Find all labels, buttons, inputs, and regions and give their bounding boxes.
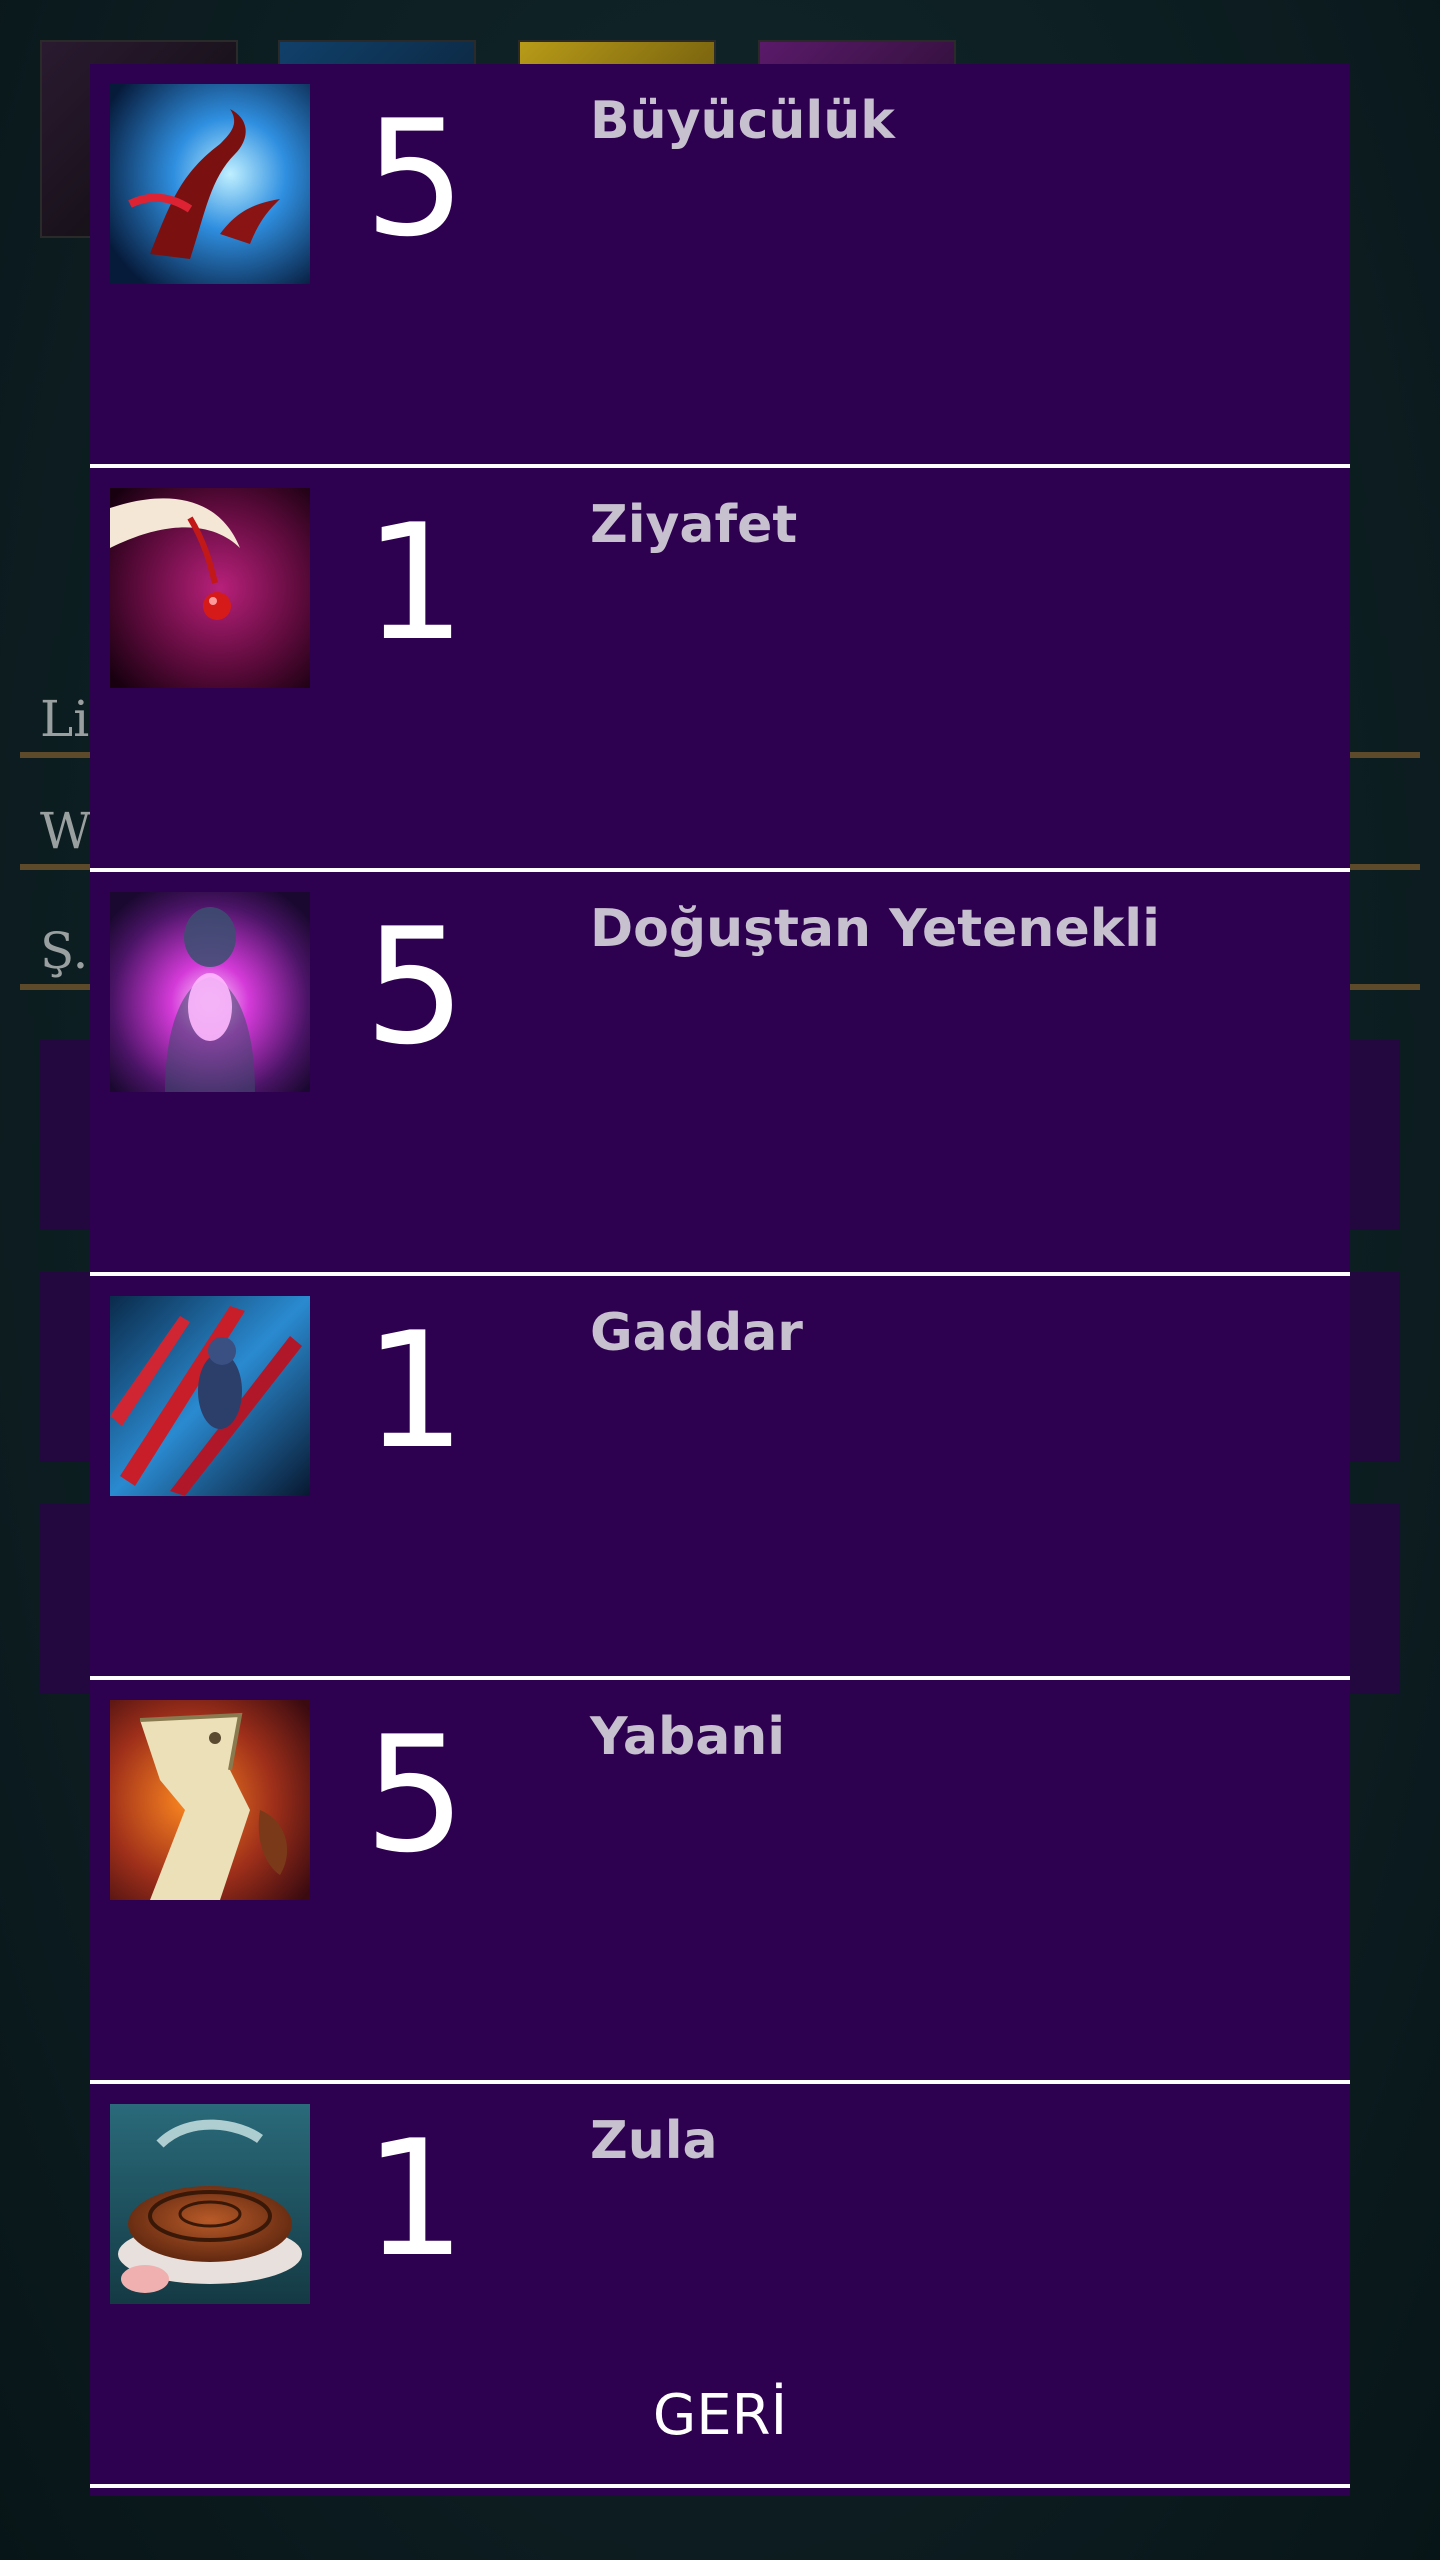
trait-row: 5 Yabani <box>90 1680 1350 2084</box>
brutal-icon <box>110 1296 310 1496</box>
trait-row: 5 Büyücülük <box>90 64 1350 468</box>
trait-count: 1 <box>364 2105 466 2292</box>
trait-row: 5 Doğuştan Yetenekli <box>90 872 1350 1276</box>
trait-count: 5 <box>364 1701 466 1888</box>
trait-row: 1 Gaddar <box>90 1276 1350 1680</box>
trait-row: 1 Ziyafet <box>90 468 1350 872</box>
trait-count: 5 <box>364 893 466 1080</box>
innate-talent-icon <box>110 892 310 1092</box>
back-button[interactable]: GERİ <box>90 2376 1350 2456</box>
savage-icon <box>110 1700 310 1900</box>
stash-icon <box>110 2104 310 2304</box>
traits-dialog: 5 Büyücülük 1 Ziyafet 5 Doğuştan Yetenek… <box>90 64 1350 2496</box>
trait-count: 5 <box>364 85 466 272</box>
trait-name: Gaddar <box>590 1303 803 1363</box>
sorcery-icon <box>110 84 310 284</box>
trait-name: Zula <box>590 2111 718 2171</box>
trait-name: Büyücülük <box>590 91 895 151</box>
trait-count: 1 <box>364 489 466 676</box>
trait-count: 1 <box>364 1297 466 1484</box>
trait-name: Ziyafet <box>590 495 798 555</box>
trait-name: Doğuştan Yetenekli <box>590 899 1160 959</box>
feast-icon <box>110 488 310 688</box>
trait-name: Yabani <box>590 1707 786 1767</box>
